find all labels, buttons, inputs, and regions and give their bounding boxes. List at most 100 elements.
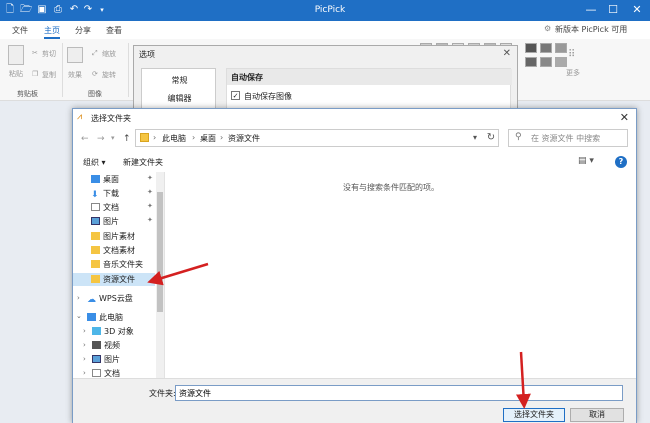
tree-item-pc-pictures[interactable]: 图片 bbox=[92, 354, 120, 367]
search-placeholder: 在 资源文件 中搜索 bbox=[531, 134, 601, 143]
expand-chevron-icon[interactable]: › bbox=[83, 355, 86, 363]
refresh-icon[interactable]: ↻ bbox=[481, 129, 501, 147]
scrollbar-thumb[interactable] bbox=[157, 192, 163, 312]
resize-icon: ⤢ bbox=[92, 49, 98, 57]
tree-item-3d-objects[interactable]: 3D 对象 bbox=[92, 326, 134, 339]
autosave-section-title: 自动保存 bbox=[227, 69, 512, 85]
pin-icon: ✦ bbox=[147, 188, 153, 196]
style-swatch[interactable] bbox=[525, 57, 537, 67]
pin-icon: ✦ bbox=[147, 216, 153, 224]
tree-item-label: 文档素材 bbox=[103, 246, 135, 255]
cube-icon bbox=[92, 327, 101, 335]
organize-button[interactable]: 组织 ▾ bbox=[83, 157, 106, 168]
tree-item-music-folder[interactable]: 音乐文件夹 bbox=[91, 259, 143, 272]
address-bar[interactable]: › 此电脑 › 桌面 › 资源文件 bbox=[135, 129, 499, 147]
tab-share[interactable]: 分享 bbox=[75, 25, 91, 36]
breadcrumb-this-pc[interactable]: 此电脑 bbox=[162, 133, 186, 144]
options-category-editor[interactable]: 编辑器 bbox=[142, 93, 217, 104]
style-swatch[interactable] bbox=[555, 57, 567, 67]
tab-view[interactable]: 查看 bbox=[106, 25, 122, 36]
copy-button[interactable]: 复制 bbox=[42, 70, 56, 80]
style-swatch[interactable] bbox=[540, 43, 552, 53]
command-bar: 组织 ▾ 新建文件夹 ▤ ▾ ? bbox=[73, 154, 636, 172]
cut-button[interactable]: 剪切 bbox=[42, 49, 56, 59]
image-group-label: 图像 bbox=[88, 90, 102, 98]
tree-item-downloads[interactable]: ⬇ 下载 ✦ bbox=[91, 188, 153, 201]
paste-button[interactable]: 粘贴 bbox=[9, 69, 23, 79]
close-button[interactable]: ✕ bbox=[630, 3, 644, 17]
style-swatch[interactable] bbox=[555, 43, 567, 53]
print-icon[interactable]: ⎙ bbox=[52, 4, 64, 16]
options-category-general[interactable]: 常规 bbox=[142, 75, 217, 86]
help-icon[interactable]: ? bbox=[615, 156, 627, 168]
breadcrumb-separator: › bbox=[153, 133, 157, 142]
effects-button[interactable]: 效果 bbox=[68, 70, 82, 80]
view-options-icon[interactable]: ▤ ▾ bbox=[578, 156, 594, 166]
tree-item-label: 桌面 bbox=[103, 175, 119, 184]
folder-name-input[interactable] bbox=[175, 385, 623, 401]
up-arrow-icon[interactable]: ↑ bbox=[123, 134, 131, 144]
options-close-icon[interactable]: ✕ bbox=[503, 48, 511, 59]
tree-item-wps-cloud[interactable]: ☁ WPS云盘 bbox=[87, 293, 133, 306]
update-notice-link[interactable]: 新版本 PicPick 可用 bbox=[555, 24, 627, 35]
maximize-button[interactable]: ☐ bbox=[606, 3, 620, 17]
autosave-checkbox[interactable]: ✓ bbox=[231, 91, 240, 100]
undo-icon[interactable]: ↶ bbox=[68, 4, 80, 16]
new-file-icon[interactable]: 🗋 bbox=[4, 4, 16, 16]
tree-item-label: 音乐文件夹 bbox=[103, 260, 143, 269]
redo-icon[interactable]: ↷ bbox=[82, 4, 94, 16]
tree-item-label: 资源文件 bbox=[103, 275, 135, 284]
update-gear-icon: ⚙ bbox=[544, 24, 552, 33]
breadcrumb-separator: › bbox=[220, 133, 224, 142]
rotate-button[interactable]: 旋转 bbox=[102, 70, 116, 80]
style-swatch[interactable] bbox=[540, 57, 552, 67]
dialog-title: 选择文件夹 bbox=[91, 114, 131, 123]
tree-item-pictures[interactable]: 图片 ✦ bbox=[91, 216, 153, 229]
cut-icon: ✂ bbox=[32, 49, 38, 57]
collapse-chevron-icon[interactable]: ⌄ bbox=[76, 312, 82, 320]
tree-item-desktop[interactable]: 桌面 ✦ bbox=[91, 174, 153, 187]
tree-item-this-pc[interactable]: 此电脑 bbox=[87, 312, 123, 325]
search-box[interactable]: ⚲ 在 资源文件 中搜索 bbox=[508, 129, 628, 147]
resize-button[interactable]: 缩放 bbox=[102, 49, 116, 59]
tree-item-pc-documents[interactable]: 文档 bbox=[92, 368, 120, 378]
back-arrow-icon[interactable]: ← bbox=[81, 134, 89, 144]
tree-item-resources[interactable]: 资源文件 bbox=[91, 274, 135, 287]
breadcrumb-desktop[interactable]: 桌面 bbox=[200, 133, 216, 144]
tree-item-label: 图片 bbox=[104, 355, 120, 364]
expand-chevron-icon[interactable]: › bbox=[83, 369, 86, 377]
breadcrumb-separator: › bbox=[192, 133, 196, 142]
dialog-close-icon[interactable]: ✕ bbox=[620, 111, 629, 124]
save-icon[interactable]: ▣ bbox=[36, 4, 48, 16]
tab-home[interactable]: 主页 bbox=[44, 25, 60, 39]
tree-item-label: 3D 对象 bbox=[104, 327, 134, 336]
breadcrumb-resources[interactable]: 资源文件 bbox=[228, 133, 260, 144]
style-swatch[interactable] bbox=[525, 43, 537, 53]
open-folder-icon[interactable]: 🗁 bbox=[20, 4, 32, 16]
computer-icon bbox=[87, 313, 96, 321]
cancel-button[interactable]: 取消 bbox=[570, 408, 624, 422]
picture-icon bbox=[92, 355, 101, 363]
select-folder-button[interactable]: 选择文件夹 bbox=[503, 408, 565, 422]
address-dropdown-icon[interactable]: ▾ bbox=[473, 133, 477, 142]
options-dialog-title: 选项 bbox=[139, 50, 155, 59]
new-folder-button[interactable]: 新建文件夹 bbox=[123, 157, 163, 168]
document-icon bbox=[91, 203, 100, 211]
expand-chevron-icon[interactable]: › bbox=[83, 341, 86, 349]
tree-item-documents[interactable]: 文档 ✦ bbox=[91, 202, 153, 215]
recent-dropdown-icon[interactable]: ▾ bbox=[111, 134, 115, 142]
folder-icon bbox=[91, 232, 100, 240]
tree-item-videos[interactable]: 视频 bbox=[92, 340, 120, 353]
navigation-scrollbar[interactable] bbox=[156, 172, 164, 378]
expand-chevron-icon[interactable]: › bbox=[83, 327, 86, 335]
more-button[interactable]: 更多 bbox=[566, 68, 580, 78]
minimize-button[interactable]: — bbox=[584, 3, 598, 17]
tree-item-picture-assets[interactable]: 图片素材 bbox=[91, 231, 135, 244]
expand-chevron-icon[interactable]: › bbox=[77, 294, 80, 302]
tree-item-document-assets[interactable]: 文档素材 bbox=[91, 245, 135, 258]
forward-arrow-icon[interactable]: → bbox=[97, 134, 105, 144]
quick-access-dropdown-icon[interactable]: ▾ bbox=[96, 4, 108, 16]
ribbon-divider bbox=[62, 43, 63, 97]
rotate-icon: ⟳ bbox=[92, 70, 98, 78]
tab-file[interactable]: 文件 bbox=[12, 25, 28, 36]
